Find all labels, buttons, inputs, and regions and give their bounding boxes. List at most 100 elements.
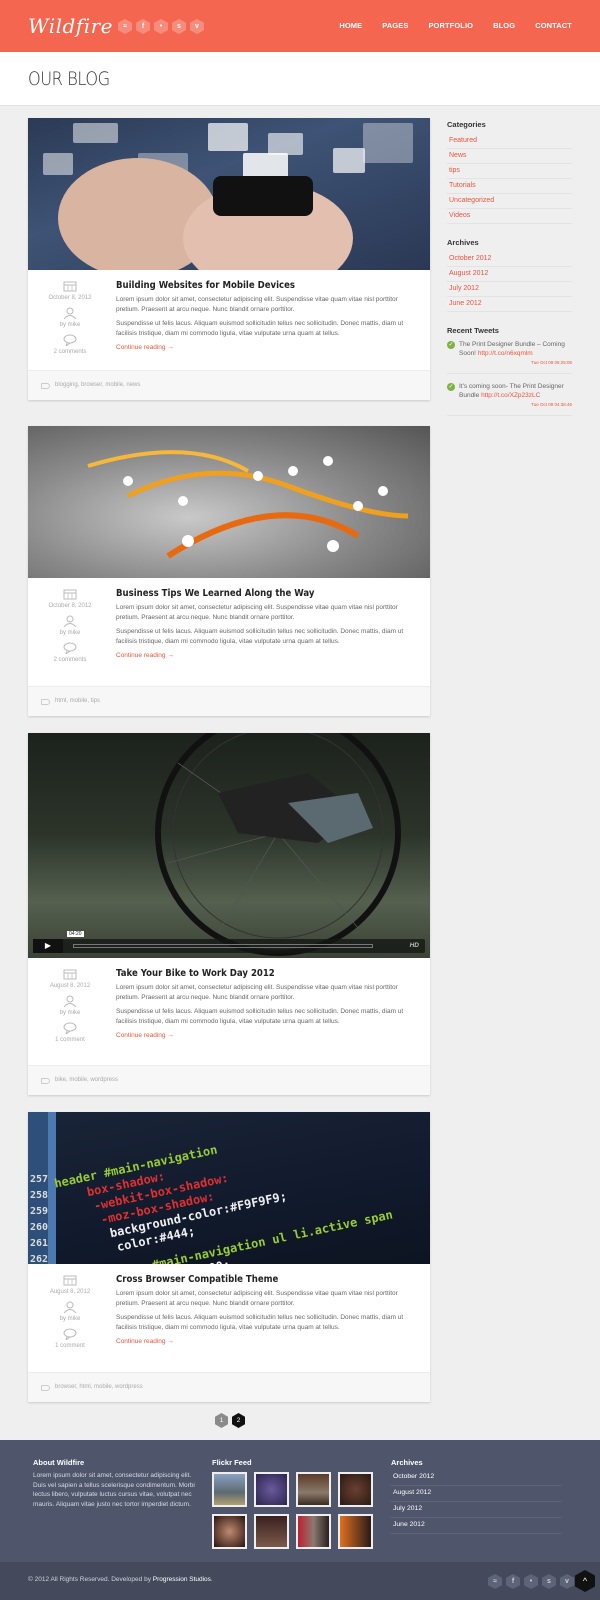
post-tags[interactable]: html, mobile, tips	[55, 698, 100, 704]
nav-contact[interactable]: CONTACT	[535, 21, 572, 30]
flickr-thumb[interactable]	[212, 1514, 247, 1549]
flickr-thumb[interactable]	[296, 1472, 331, 1507]
post-tags[interactable]: browser, html, mobile, wordpress	[55, 1384, 143, 1390]
post-title[interactable]: Cross Browser Compatible Theme	[116, 1274, 278, 1285]
footer-archive-link[interactable]: October 2012	[391, 1470, 561, 1486]
twitter-check-icon: ✓	[447, 341, 455, 349]
post-author[interactable]: by mike	[28, 630, 112, 636]
flickr-thumb[interactable]	[212, 1472, 247, 1507]
footer-archive-link[interactable]: July 2012	[391, 1502, 561, 1518]
user-icon	[63, 1301, 77, 1313]
twitter-icon[interactable]: •	[524, 1574, 538, 1589]
post-author[interactable]: by mike	[28, 1010, 112, 1016]
vimeo-icon[interactable]: v	[190, 19, 204, 34]
post-excerpt: Lorem ipsum dolor sit amet, consectetur …	[116, 604, 398, 621]
flickr-thumb[interactable]	[296, 1514, 331, 1549]
continue-reading-link[interactable]: Continue reading →	[116, 1032, 174, 1039]
flickr-thumb[interactable]	[254, 1514, 289, 1549]
nav-home[interactable]: HOME	[339, 21, 362, 30]
calendar-icon	[63, 969, 77, 980]
post-date: October 8, 2012	[48, 295, 92, 301]
rss-icon[interactable]: ≈	[488, 1574, 502, 1589]
blog-post: 257 258 259 260 261 262 header #main-nav…	[28, 1112, 430, 1402]
calendar-icon	[63, 589, 77, 600]
continue-reading-link[interactable]: Continue reading →	[116, 1338, 174, 1345]
smartphone-image	[43, 123, 413, 270]
post-title[interactable]: Business Tips We Learned Along the Way	[116, 588, 314, 599]
post-comments[interactable]: 1 comment	[28, 1037, 112, 1043]
archive-link[interactable]: August 2012	[447, 267, 572, 282]
copyright-suffix: .	[210, 1576, 213, 1583]
play-button[interactable]: ▶	[33, 939, 63, 953]
post-comments[interactable]: 2 comments	[28, 657, 112, 663]
post-author[interactable]: by mike	[28, 1316, 112, 1322]
bottom-bar: © 2012 All Rights Reserved. Developed by…	[0, 1562, 600, 1600]
flickr-thumb[interactable]	[338, 1472, 373, 1507]
tweet-link[interactable]: http://t.co/XZp23zLC	[481, 392, 540, 399]
tweet-date[interactable]: Tue Oct 09 06:25:05	[459, 358, 572, 367]
developer-link[interactable]: Progression Studios	[153, 1576, 211, 1583]
post-comments[interactable]: 2 comments	[28, 349, 112, 355]
back-to-top-button[interactable]: ^	[575, 1570, 595, 1592]
post-comments[interactable]: 1 comment	[28, 1343, 112, 1349]
archive-link[interactable]: July 2012	[447, 282, 572, 297]
site-logo[interactable]: Wildfire	[28, 14, 113, 38]
facebook-icon[interactable]: f	[506, 1574, 520, 1589]
hd-toggle[interactable]: HD	[410, 942, 419, 949]
categories-heading: Categories	[447, 120, 486, 129]
video-controls: ▶ 04:20 HD	[33, 931, 425, 953]
skype-icon[interactable]: s	[172, 19, 186, 34]
pagination: 1 2	[215, 1413, 245, 1428]
post-tags[interactable]: blogging, browser, mobile, news	[55, 382, 140, 388]
nav-pages[interactable]: PAGES	[382, 21, 408, 30]
twitter-check-icon: ✓	[447, 383, 455, 391]
flickr-thumb[interactable]	[254, 1472, 289, 1507]
facebook-icon[interactable]: f	[136, 19, 150, 34]
post-tags[interactable]: bike, mobile, wordpress	[55, 1077, 118, 1083]
svg-text:261: 261	[30, 1238, 48, 1249]
nav-portfolio[interactable]: PORTFOLIO	[428, 21, 473, 30]
video-time: 04:20	[67, 931, 84, 937]
archive-link[interactable]: June 2012	[447, 297, 572, 312]
skype-icon[interactable]: s	[542, 1574, 556, 1589]
copyright: © 2012 All Rights Reserved. Developed by…	[28, 1576, 213, 1583]
post-title[interactable]: Take Your Bike to Work Day 2012	[116, 968, 275, 979]
footer: About Wildfire Lorem ipsum dolor sit ame…	[0, 1440, 600, 1562]
tweet-link[interactable]: http://t.co/n6xqmlm	[478, 350, 533, 357]
archive-link[interactable]: October 2012	[447, 252, 572, 267]
post-image[interactable]: 257 258 259 260 261 262 header #main-nav…	[28, 1112, 430, 1264]
post-video[interactable]: ▶ 04:20 HD	[28, 733, 430, 958]
post-date: August 8, 2012	[49, 983, 91, 989]
category-link[interactable]: Featured	[447, 134, 572, 149]
category-link[interactable]: tips	[447, 164, 572, 179]
twitter-icon[interactable]: •	[154, 19, 168, 34]
page-title: OUR BLOG	[28, 68, 110, 90]
calendar-icon	[63, 281, 77, 292]
nav-blog[interactable]: BLOG	[493, 21, 515, 30]
continue-reading-link[interactable]: Continue reading →	[116, 344, 174, 351]
post-excerpt: Lorem ipsum dolor sit amet, consectetur …	[116, 1290, 398, 1307]
vimeo-icon[interactable]: v	[560, 1574, 574, 1589]
comment-icon	[63, 1328, 77, 1340]
post-title[interactable]: Building Websites for Mobile Devices	[116, 280, 295, 291]
category-link[interactable]: News	[447, 149, 572, 164]
post-image[interactable]	[28, 426, 430, 578]
tweet-date[interactable]: Tue Oct 09 04:36:46	[459, 400, 572, 409]
video-progress-bar[interactable]	[73, 944, 373, 948]
continue-reading-link[interactable]: Continue reading →	[116, 652, 174, 659]
post-footer: bike, mobile, wordpress	[28, 1065, 430, 1095]
category-link[interactable]: Uncategorized	[447, 194, 572, 209]
page-2-button[interactable]: 2	[232, 1413, 245, 1428]
tweets-heading: Recent Tweets	[447, 326, 499, 335]
post-image[interactable]	[28, 118, 430, 270]
main-nav: HOME PAGES PORTFOLIO BLOG CONTACT	[339, 21, 572, 30]
category-link[interactable]: Videos	[447, 209, 572, 224]
category-link[interactable]: Tutorials	[447, 179, 572, 194]
rss-icon[interactable]: ≈	[118, 19, 132, 34]
footer-archive-link[interactable]: June 2012	[391, 1518, 561, 1534]
flickr-thumb[interactable]	[338, 1514, 373, 1549]
page-1-button[interactable]: 1	[215, 1413, 228, 1428]
post-author[interactable]: by mike	[28, 322, 112, 328]
footer-archive-link[interactable]: August 2012	[391, 1486, 561, 1502]
blog-post: October 8, 2012 by mike 2 comments Build…	[28, 118, 430, 400]
